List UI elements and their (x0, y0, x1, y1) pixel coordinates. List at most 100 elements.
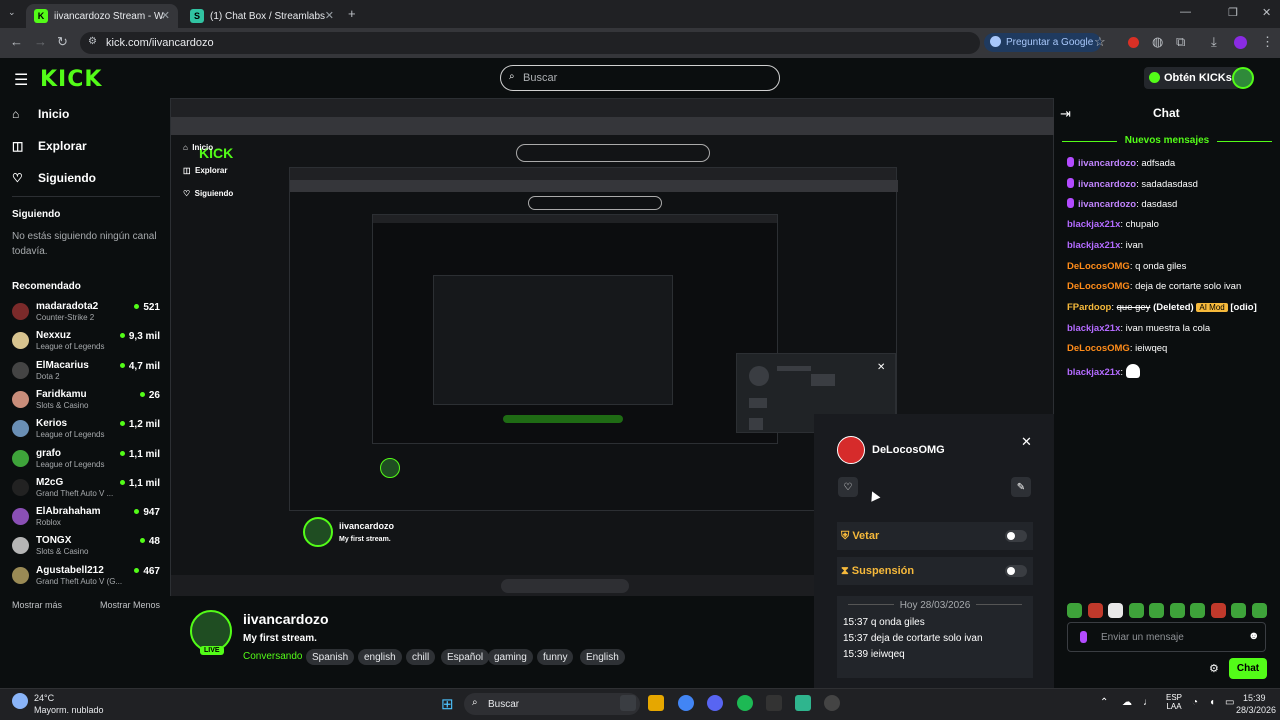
emote-icon[interactable] (1128, 603, 1144, 618)
emote-icon[interactable] (1231, 603, 1246, 618)
search-input[interactable]: ⌕ Buscar (500, 65, 780, 91)
app-icon[interactable] (766, 695, 782, 711)
chat-input[interactable]: Enviar un mensaje ☻ (1067, 622, 1266, 652)
site-info-icon[interactable]: ⚙ (88, 36, 97, 47)
chat-message[interactable]: blackjax21x: ivan muestra la cola (1067, 323, 1210, 334)
reload-icon[interactable]: ↻ (57, 34, 68, 50)
spotify-icon[interactable] (737, 695, 753, 711)
chat-username[interactable]: blackjax21x (1067, 323, 1120, 334)
tray-cloud-icon[interactable]: ☁ (1122, 697, 1132, 708)
chat-message[interactable]: FPardoop: que gey (Deleted) AI Mod [odio… (1067, 302, 1257, 313)
emote-icon[interactable] (1251, 603, 1267, 618)
show-less-link[interactable]: Mostrar Menos (100, 600, 160, 610)
get-kicks-button[interactable]: Obtén KICKs (1144, 67, 1240, 89)
chat-username[interactable]: iivancardozo (1078, 199, 1136, 210)
language-indicator[interactable]: ESP LAA (1166, 693, 1182, 711)
record-extension-icon[interactable] (1128, 37, 1139, 48)
emote-icon[interactable] (1190, 603, 1205, 618)
recommended-channel[interactable]: Agustabell212 Grand Theft Auto V (G... 467 (12, 563, 160, 589)
file-explorer-icon[interactable] (648, 695, 664, 711)
chat-username[interactable]: blackjax21x (1067, 240, 1120, 251)
chat-message[interactable]: blackjax21x: ivan (1067, 240, 1143, 251)
windows-start-icon[interactable]: ⊞ (441, 695, 454, 713)
minimize-icon[interactable]: — (1180, 6, 1191, 18)
recommended-channel[interactable]: ElAbrahaham Roblox 947 (12, 504, 160, 530)
tag[interactable]: gaming (488, 649, 533, 665)
close-icon[interactable]: ✕ (1021, 434, 1032, 450)
recommended-channel[interactable]: M2cG Grand Theft Auto V ... 1,1 mil (12, 475, 160, 501)
emoji-icon[interactable]: ☻ (1248, 630, 1260, 642)
chat-message[interactable]: DeLocosOMG: deja de cortarte solo ivan (1067, 281, 1241, 292)
chat-username[interactable]: DeLocosOMG (1067, 261, 1130, 272)
chat-message[interactable]: iivancardozo: adfsada (1067, 157, 1175, 169)
extension-icon[interactable]: ◍ (1152, 34, 1163, 50)
tag[interactable]: Spanish (306, 649, 355, 665)
chrome-icon[interactable] (678, 695, 694, 711)
chat-message[interactable]: DeLocosOMG: q onda giles (1067, 261, 1186, 272)
close-tab-icon[interactable]: ✕ (325, 9, 334, 22)
emote-icon[interactable] (1149, 603, 1164, 618)
chat-username[interactable]: iivancardozo (1078, 179, 1136, 190)
emote-icon[interactable] (1169, 603, 1185, 618)
bookmark-icon[interactable]: ☆ (1094, 34, 1106, 50)
chat-username[interactable]: FPardoop (1067, 302, 1111, 313)
tab-search-icon[interactable]: ⌄ (8, 7, 16, 18)
recommended-channel[interactable]: grafo League of Legends 1,1 mil (12, 446, 160, 472)
clock-date[interactable]: 28/3/2026 (1236, 705, 1276, 715)
clock-time[interactable]: 15:39 (1243, 693, 1266, 703)
tray-mic-icon[interactable]: ♩ (1143, 697, 1153, 708)
taskbar-search[interactable]: ⌕ Buscar (464, 693, 640, 715)
profile-avatar[interactable] (1234, 36, 1247, 49)
timeout-toggle[interactable] (1005, 565, 1027, 577)
tag[interactable]: Español (441, 649, 490, 665)
user-avatar[interactable] (1232, 67, 1254, 89)
sidebar-item-siguiendo[interactable]: ♡ Siguiendo (12, 171, 96, 185)
maximize-icon[interactable]: ❐ (1228, 6, 1238, 19)
sidebar-item-inicio[interactable]: ⌂ Inicio (12, 107, 69, 121)
close-tab-icon[interactable]: ✕ (161, 9, 170, 22)
discord-icon[interactable] (707, 695, 723, 711)
chat-message[interactable]: blackjax21x: chupalo (1067, 219, 1159, 230)
sidebar-item-explorar[interactable]: ◫ Explorar (12, 139, 87, 153)
ban-toggle[interactable] (1005, 530, 1027, 542)
chat-username[interactable]: blackjax21x (1067, 219, 1120, 230)
recommended-channel[interactable]: Nexxuz League of Legends 9,3 mil (12, 328, 160, 354)
chat-message[interactable]: DeLocosOMG: ieiwqeq (1067, 343, 1167, 354)
new-tab-icon[interactable]: + (348, 6, 356, 21)
tag[interactable]: english (358, 649, 402, 665)
tag[interactable]: chill (406, 649, 436, 665)
settings-gear-icon[interactable]: ⚙ (1209, 662, 1219, 675)
tab-kick[interactable]: K iivancardozo Stream - Watch Li ✕ (26, 4, 178, 28)
close-window-icon[interactable]: ✕ (1262, 6, 1271, 19)
emote-icon[interactable] (1087, 603, 1103, 618)
recommended-channel[interactable]: TONGX Slots & Casino 48 (12, 533, 160, 559)
channel-name[interactable]: iivancardozo (243, 611, 329, 627)
recommended-channel[interactable]: Faridkamu Slots & Casino 26 (12, 387, 160, 413)
emote-icon[interactable] (1067, 603, 1082, 618)
recommended-channel[interactable]: Kerios League of Legends 1,2 mil (12, 416, 160, 442)
emote-icon[interactable] (1210, 603, 1226, 618)
chat-username[interactable]: blackjax21x (1067, 367, 1120, 378)
emote-icon[interactable] (1108, 603, 1123, 618)
chat-username[interactable]: DeLocosOMG (1067, 343, 1130, 354)
ask-google-button[interactable]: Preguntar a Google (984, 33, 1102, 52)
follow-heart-icon[interactable]: ♡ (838, 477, 858, 497)
volume-icon[interactable]: ◖ (1209, 697, 1215, 708)
recommended-channel[interactable]: madaradota2 Counter-Strike 2 521 (12, 299, 160, 325)
chat-message[interactable]: iivancardozo: sadadasdasd (1067, 178, 1198, 190)
forward-icon[interactable]: → (34, 34, 47, 49)
kick-logo[interactable]: KICK (40, 67, 102, 92)
send-chat-button[interactable]: Chat (1229, 658, 1267, 679)
tag[interactable]: funny (537, 649, 574, 665)
user-card-username[interactable]: DeLocosOMG (872, 444, 945, 456)
puzzle-icon[interactable]: ⧉ (1176, 34, 1185, 50)
battery-icon[interactable]: ▭ (1225, 697, 1234, 708)
obs-icon[interactable] (824, 695, 840, 711)
chat-message[interactable]: iivancardozo: dasdasd (1067, 198, 1177, 210)
menu-dots-icon[interactable]: ⋮ (1261, 34, 1274, 50)
download-icon[interactable]: ⤓ (1211, 34, 1217, 50)
collapse-chat-icon[interactable]: ⇥ (1060, 106, 1071, 122)
task-view-icon[interactable] (620, 695, 636, 711)
url-field[interactable]: ⚙ kick.com/iivancardozo (80, 32, 980, 54)
show-more-link[interactable]: Mostrar más (12, 600, 62, 610)
